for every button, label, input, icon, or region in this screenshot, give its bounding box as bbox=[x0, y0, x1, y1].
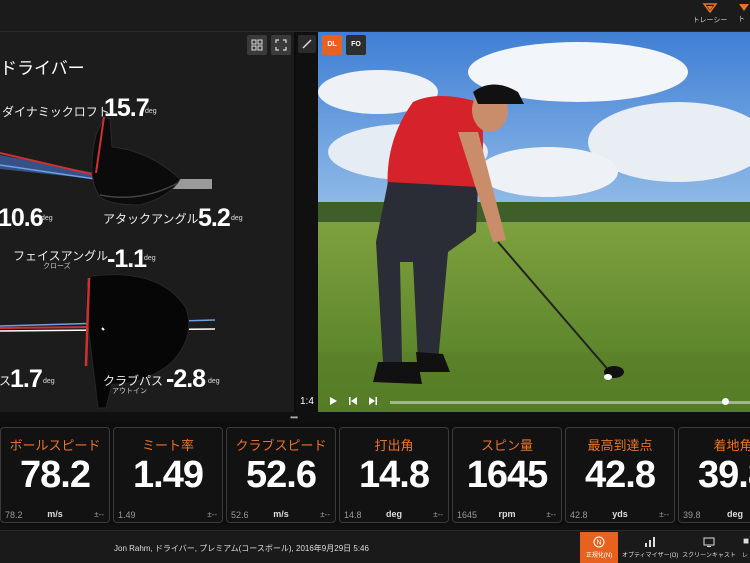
stat-unit: deg bbox=[726, 509, 743, 519]
normalize-button[interactable]: N 正規化(N) bbox=[580, 532, 618, 563]
stat-card-spin-rate[interactable]: スピン量 1645 1645 rpm ±-- bbox=[452, 427, 562, 523]
stat-title: 打出角 bbox=[374, 438, 414, 453]
attack-angle-value: 5.2 bbox=[198, 204, 231, 232]
stat-card-ball-speed[interactable]: ボールスピード 78.2 78.2 m/s ±-- bbox=[0, 427, 110, 523]
step-forward-icon[interactable] bbox=[367, 395, 379, 407]
stat-value: 39.8 bbox=[698, 454, 750, 496]
video-seek-thumb[interactable] bbox=[721, 398, 729, 405]
stat-card-club-speed[interactable]: クラブスピード 52.6 52.6 m/s ±-- bbox=[226, 427, 336, 523]
stat-title: ボールスピード bbox=[9, 438, 101, 453]
attack-angle-unit: deg bbox=[231, 215, 243, 222]
session-info: Jon Rahm, ドライバー, プレミアム(コースボール), 2016年9月2… bbox=[114, 544, 369, 553]
stat-card-smash-factor[interactable]: ミート率 1.49 1.49 ±-- bbox=[113, 427, 223, 523]
stat-unit: deg bbox=[385, 509, 402, 519]
extra-label: レ bbox=[741, 553, 748, 559]
stat-title: クラブスピード bbox=[235, 438, 327, 453]
resize-handle[interactable]: •••• bbox=[290, 413, 298, 422]
bottom-bar: Jon Rahm, ドライバー, プレミアム(コースボール), 2016年9月2… bbox=[0, 530, 750, 563]
stat-unit: rpm bbox=[498, 509, 516, 519]
pencil-icon bbox=[302, 39, 312, 49]
video-timecode: 1:4 bbox=[300, 396, 314, 407]
stat-value: 78.2 bbox=[20, 454, 91, 496]
stat-value: 1.49 bbox=[133, 454, 204, 496]
extra-icon: ■ bbox=[742, 536, 750, 547]
panel-divider[interactable] bbox=[294, 32, 296, 412]
stat-card-launch-angle[interactable]: 打出角 14.8 14.8 deg ±-- bbox=[339, 427, 449, 523]
normalize-label: 正規化(N) bbox=[585, 553, 613, 559]
screencast-button[interactable]: スクリーンキャスト bbox=[681, 532, 737, 563]
stat-deviation: ±-- bbox=[659, 510, 669, 519]
club-path-unit: deg bbox=[208, 378, 220, 385]
left-angle-value: 10.6 bbox=[0, 204, 44, 232]
dl-toggle-button[interactable]: DL bbox=[322, 35, 342, 55]
optimizer-label: オプティマイザー(O) bbox=[622, 553, 679, 559]
grid-view-button[interactable] bbox=[247, 35, 267, 55]
stat-title: ミート率 bbox=[141, 438, 194, 453]
stat-title: スピン量 bbox=[480, 438, 533, 453]
stat-unit: m/s bbox=[273, 509, 289, 519]
stat-card-clip: 着地角 39.8 39.8 deg bbox=[678, 423, 750, 525]
normalize-icon: N bbox=[593, 536, 605, 548]
face-angle-unit: deg bbox=[144, 255, 156, 262]
swing-video[interactable] bbox=[318, 32, 750, 412]
topbar-more-label: ト bbox=[738, 16, 745, 23]
stat-value: 52.6 bbox=[246, 454, 317, 496]
stat-deviation: ±-- bbox=[546, 510, 556, 519]
step-back-icon[interactable] bbox=[347, 395, 359, 407]
attack-angle-label: アタックアングル bbox=[103, 212, 199, 226]
stat-value: 14.8 bbox=[359, 454, 430, 496]
video-controls: 1:4 bbox=[298, 392, 750, 412]
club-path-sub: アウトイン bbox=[112, 388, 147, 395]
extra-button[interactable]: ■ レ bbox=[740, 532, 750, 563]
stat-small-value: 39.8 bbox=[683, 510, 701, 520]
more-icon bbox=[739, 4, 749, 11]
club-path-value: -2.8 bbox=[166, 365, 206, 393]
tracer-label: トレーシー bbox=[692, 17, 728, 24]
fo-toggle-button[interactable]: FO bbox=[346, 35, 366, 55]
stat-small-value: 1.49 bbox=[118, 510, 136, 520]
svg-text:N: N bbox=[596, 540, 601, 547]
grid-icon bbox=[251, 39, 263, 51]
screencast-icon bbox=[703, 536, 715, 548]
shot-stats-row: ボールスピード 78.2 78.2 m/s ±-- ミート率 1.49 1.49… bbox=[0, 423, 750, 525]
stat-deviation: ±-- bbox=[320, 510, 330, 519]
tracer-button[interactable]: トレーシー bbox=[690, 2, 730, 25]
dynamic-loft-unit: deg bbox=[145, 108, 157, 115]
dynamic-loft-label: ダイナミックロフト bbox=[2, 105, 110, 119]
left-bottom-unit: deg bbox=[43, 378, 55, 385]
club-delivery-panel: ドライバー ダイナミックロフト 15.7 deg 10.6 deg アタックアン… bbox=[0, 32, 294, 412]
stat-deviation: ±-- bbox=[433, 510, 443, 519]
dynamic-loft-value: 15.7 bbox=[104, 94, 150, 122]
video-seekbar[interactable] bbox=[390, 401, 750, 404]
stat-unit: m/s bbox=[47, 509, 63, 519]
club-title: ドライバー bbox=[0, 59, 85, 78]
draw-tool-button[interactable] bbox=[298, 35, 316, 53]
driver-side-view-graphic bbox=[0, 117, 212, 206]
swing-video-frame bbox=[318, 32, 750, 412]
play-icon[interactable] bbox=[327, 395, 339, 407]
expand-icon bbox=[275, 39, 287, 51]
stat-title: 着地角 bbox=[713, 438, 750, 453]
bar-chart-icon bbox=[644, 536, 656, 548]
topbar-more-button[interactable]: ト bbox=[738, 2, 750, 24]
stat-value: 42.8 bbox=[585, 454, 656, 496]
top-bar: トレーシー ト bbox=[0, 0, 750, 32]
stat-deviation: ±-- bbox=[207, 510, 217, 519]
left-angle-unit: deg bbox=[41, 215, 53, 222]
stat-card-max-height[interactable]: 最高到達点 42.8 42.8 yds ±-- bbox=[565, 427, 675, 523]
stat-value: 1645 bbox=[466, 454, 549, 496]
tracer-icon bbox=[702, 3, 718, 14]
stat-deviation: ±-- bbox=[94, 510, 104, 519]
stat-card-landing-angle[interactable]: 着地角 39.8 39.8 deg bbox=[678, 427, 750, 523]
screencast-label: スクリーンキャスト bbox=[682, 553, 736, 559]
stat-title: 最高到達点 bbox=[587, 438, 653, 453]
optimizer-button[interactable]: オプティマイザー(O) bbox=[622, 532, 678, 563]
stat-unit: yds bbox=[612, 509, 628, 519]
left-bottom-value: 1.7 bbox=[10, 365, 43, 393]
fullscreen-button[interactable] bbox=[271, 35, 291, 55]
